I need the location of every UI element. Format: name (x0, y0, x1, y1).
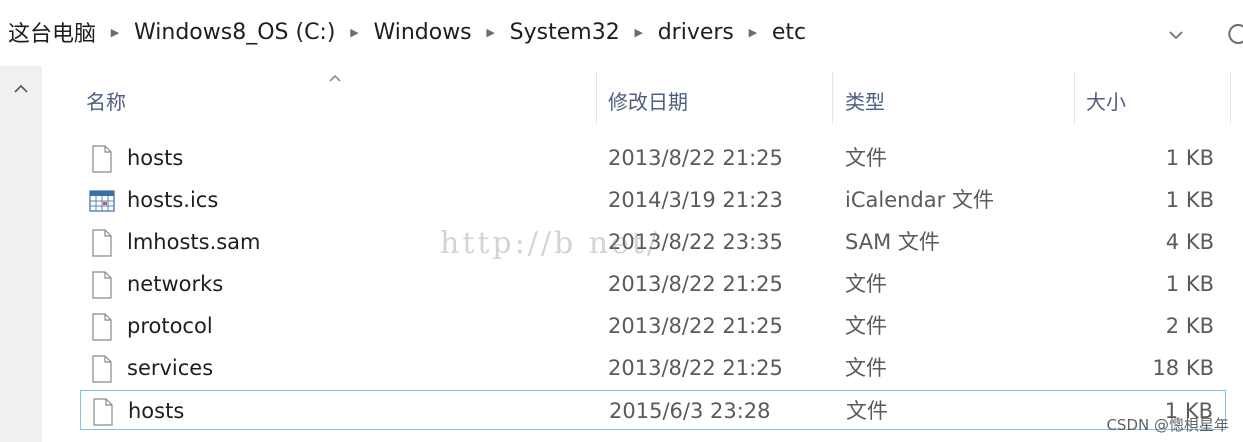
file-size: 2 KB (1165, 314, 1214, 338)
chevron-right-icon[interactable]: ▶ (472, 26, 510, 39)
breadcrumb: 这台电脑 ▶ Windows8_OS (C:) ▶ Windows ▶ Syst… (8, 14, 806, 50)
address-bar[interactable]: 这台电脑 ▶ Windows8_OS (C:) ▶ Windows ▶ Syst… (0, 0, 1243, 60)
chevron-right-icon[interactable]: ▶ (335, 26, 373, 39)
file-modified-date: 2013/8/22 21:25 (608, 314, 783, 338)
file-size: 18 KB (1152, 356, 1214, 380)
blank-file-icon (89, 229, 115, 257)
column-header-name[interactable]: 名称 (86, 84, 126, 120)
file-modified-date: 2013/8/22 21:25 (608, 146, 783, 170)
breadcrumb-windows[interactable]: Windows (373, 20, 471, 45)
file-name[interactable]: protocol (127, 306, 213, 346)
file-modified-date: 2015/6/3 23:28 (609, 399, 771, 423)
breadcrumb-drivers[interactable]: drivers (658, 20, 734, 45)
column-divider[interactable] (1074, 72, 1075, 124)
calendar-file-icon (89, 187, 115, 215)
file-name[interactable]: lmhosts.sam (127, 222, 261, 262)
column-divider[interactable] (832, 72, 833, 124)
file-type: 文件 (845, 272, 887, 296)
file-row[interactable]: hosts 2013/8/22 21:25 文件 1 KB (80, 138, 1226, 178)
file-modified-date: 2013/8/22 21:25 (608, 272, 783, 296)
file-name[interactable]: hosts.ics (127, 180, 218, 220)
blank-file-icon (90, 398, 116, 426)
vertical-scrollbar[interactable] (0, 66, 42, 442)
file-name[interactable]: hosts (127, 138, 183, 178)
file-modified-date: 2013/8/22 23:35 (608, 230, 783, 254)
address-history-dropdown[interactable] (1160, 20, 1194, 52)
blank-file-icon (89, 271, 115, 299)
column-header-date[interactable]: 修改日期 (608, 84, 688, 120)
column-header-type[interactable]: 类型 (845, 84, 885, 120)
column-header-size[interactable]: 大小 (1086, 84, 1126, 120)
file-row[interactable]: protocol 2013/8/22 21:25 文件 2 KB (80, 306, 1226, 346)
breadcrumb-this-pc[interactable]: 这台电脑 (8, 16, 96, 48)
file-type: iCalendar 文件 (845, 188, 994, 212)
file-row[interactable]: hosts.ics 2014/3/19 21:23 iCalendar 文件 1 KB (80, 180, 1226, 220)
file-row[interactable]: networks 2013/8/22 21:25 文件 1 KB (80, 264, 1226, 304)
file-name[interactable]: networks (127, 264, 223, 304)
breadcrumb-c-drive[interactable]: Windows8_OS (C:) (134, 20, 335, 45)
sort-ascending-icon (329, 74, 341, 82)
file-modified-date: 2013/8/22 21:25 (608, 356, 783, 380)
file-name[interactable]: services (127, 348, 213, 388)
column-divider[interactable] (1230, 72, 1231, 124)
breadcrumb-etc[interactable]: etc (772, 20, 806, 45)
scroll-up-arrow-icon[interactable] (13, 84, 29, 94)
chevron-right-icon[interactable]: ▶ (620, 26, 658, 39)
file-size: 1 KB (1165, 188, 1214, 212)
file-row[interactable]: services 2013/8/22 21:25 文件 18 KB (80, 348, 1226, 388)
file-size: 1 KB (1165, 272, 1214, 296)
file-type: 文件 (845, 314, 887, 338)
file-type: 文件 (845, 146, 887, 170)
chevron-right-icon[interactable]: ▶ (734, 26, 772, 39)
chevron-right-icon[interactable]: ▶ (96, 26, 134, 39)
file-size: 1 KB (1165, 146, 1214, 170)
column-divider[interactable] (596, 72, 597, 124)
file-explorer-window: 这台电脑 ▶ Windows8_OS (C:) ▶ Windows ▶ Syst… (0, 0, 1243, 442)
file-row[interactable]: hosts 2015/6/3 23:28 文件 1 KB (80, 390, 1226, 430)
chevron-down-icon (1169, 31, 1183, 40)
file-type: 文件 (846, 399, 888, 423)
blank-file-icon (89, 313, 115, 341)
file-row[interactable]: lmhosts.sam 2013/8/22 23:35 SAM 文件 4 KB (80, 222, 1226, 262)
refresh-icon[interactable] (1224, 18, 1243, 50)
blank-file-icon (89, 145, 115, 173)
file-type: SAM 文件 (845, 230, 940, 254)
file-modified-date: 2014/3/19 21:23 (608, 188, 783, 212)
file-size: 4 KB (1165, 230, 1214, 254)
file-size: 1 KB (1164, 399, 1213, 423)
blank-file-icon (89, 355, 115, 383)
breadcrumb-system32[interactable]: System32 (510, 20, 620, 45)
file-type: 文件 (845, 356, 887, 380)
file-name[interactable]: hosts (128, 391, 184, 431)
